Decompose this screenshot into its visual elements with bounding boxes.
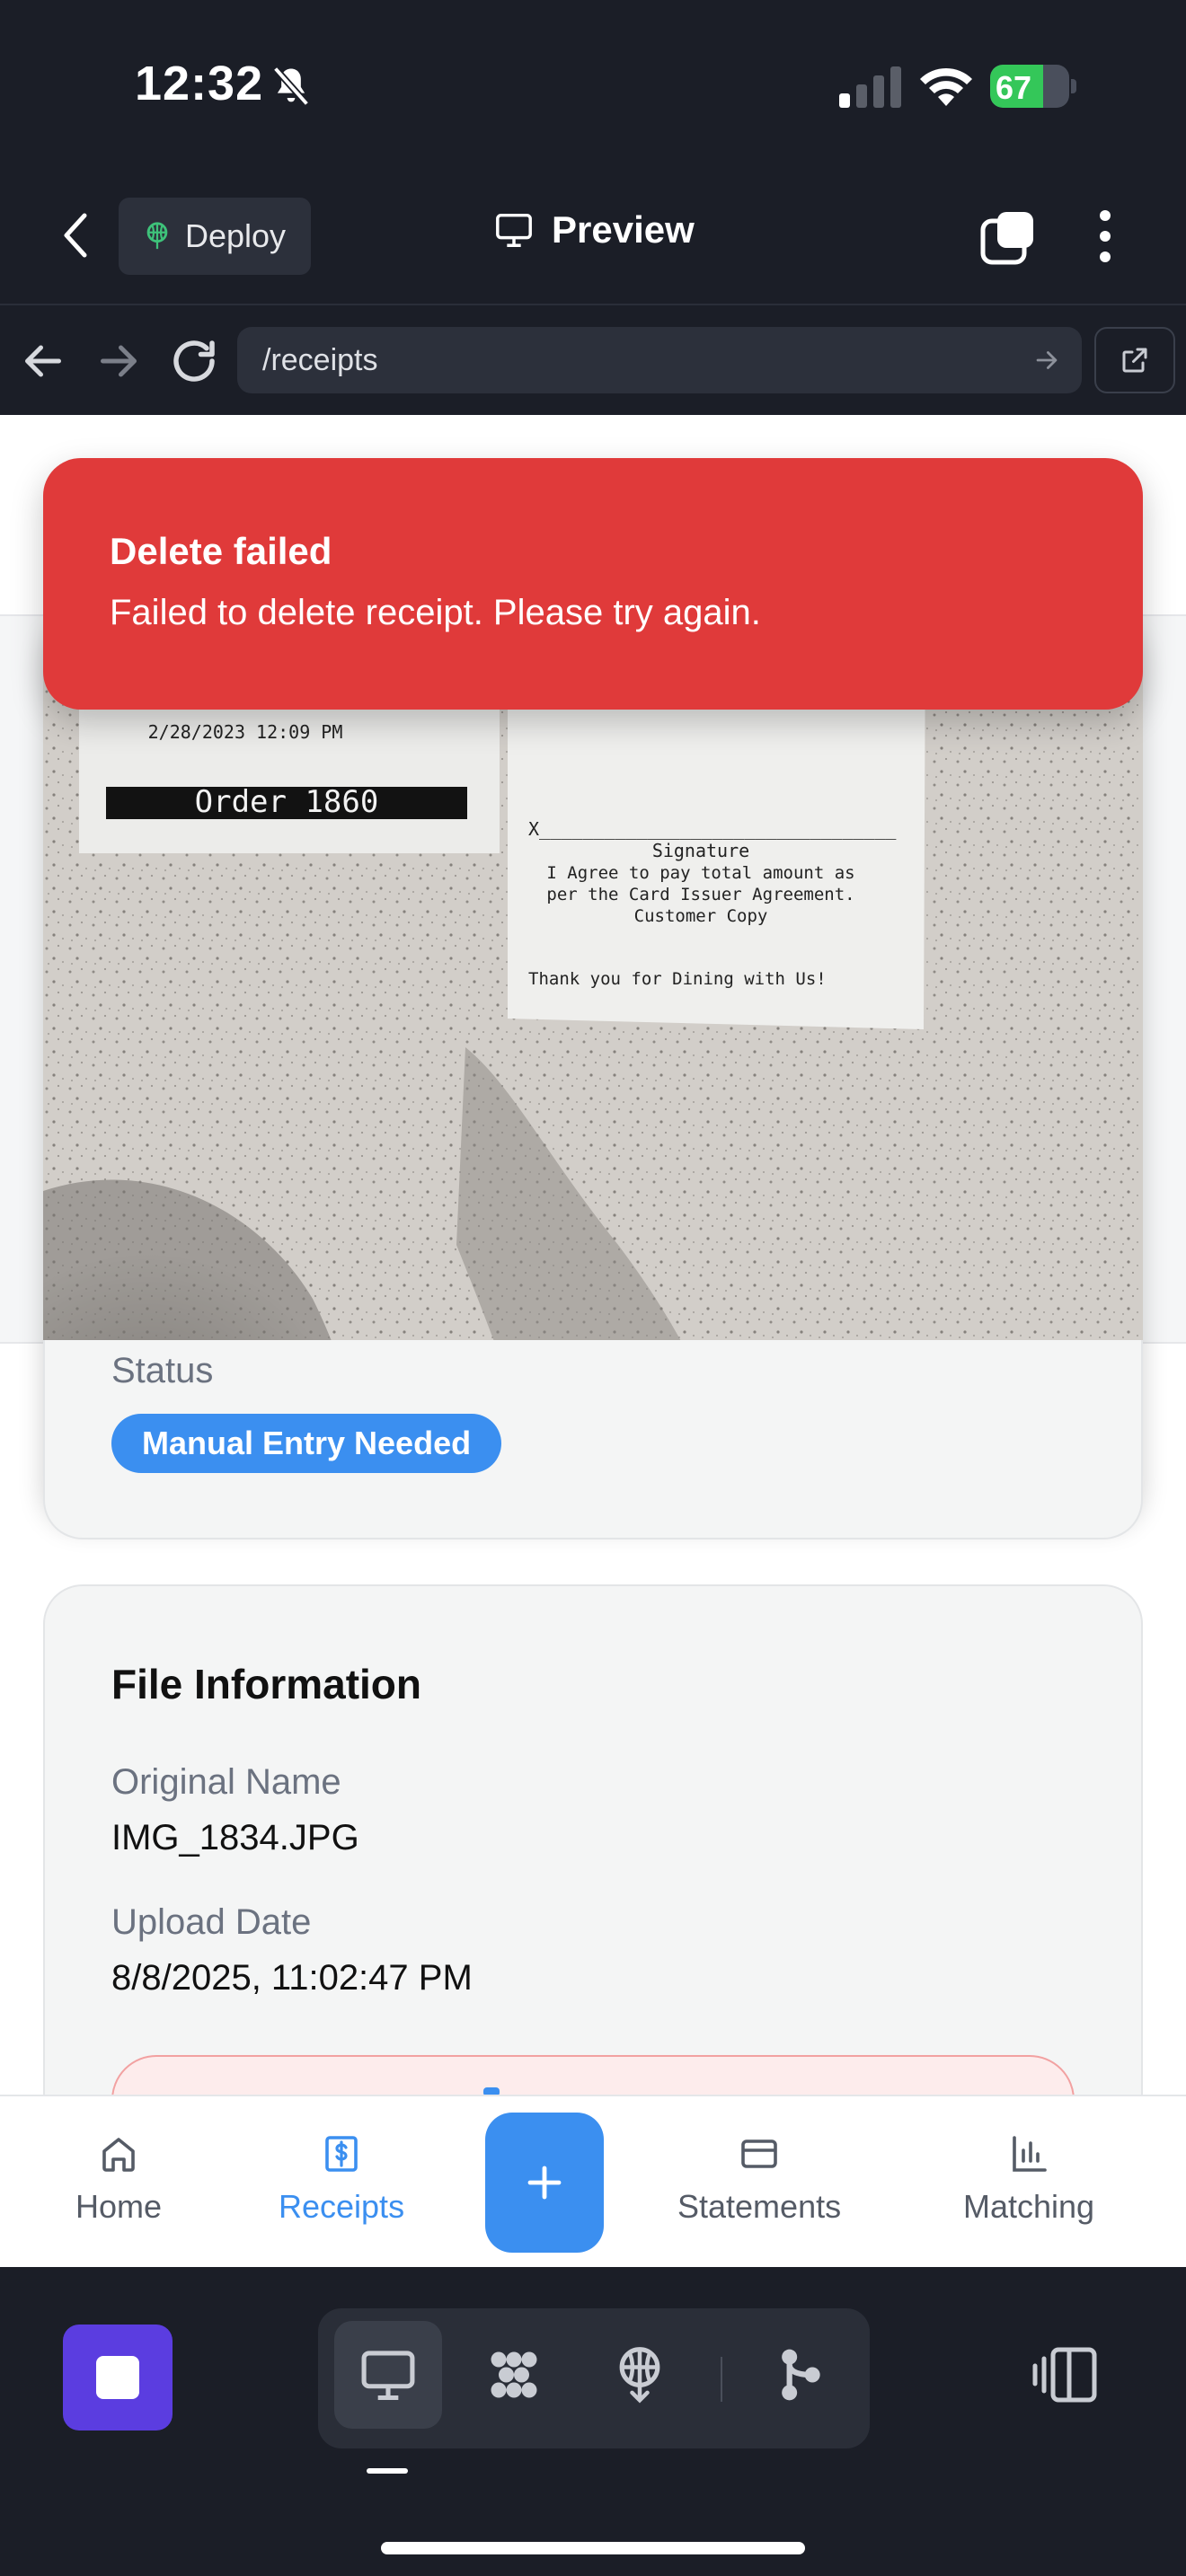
windows-icon[interactable] [979, 208, 1037, 266]
app-header: Deploy Preview [0, 171, 1186, 305]
status-label: Status [111, 1351, 214, 1390]
monitor-icon [361, 2351, 415, 2401]
active-tool-indicator [367, 2468, 408, 2474]
battery-level: 67 [996, 69, 1032, 106]
deploy-button[interactable]: Deploy [119, 198, 311, 275]
nav-statements[interactable]: Statements [677, 2132, 841, 2226]
upload-date-value: 8/8/2025, 11:02:47 PM [111, 1958, 473, 1998]
git-tool[interactable] [746, 2321, 854, 2429]
battery-indicator: 67 [990, 65, 1076, 108]
receipt-order-text: Order 1860 [195, 784, 379, 820]
receipt-copy-label: Customer Copy [634, 906, 768, 926]
preview-title: Preview [492, 208, 695, 251]
url-text: /receipts [262, 342, 378, 377]
wifi-icon [920, 67, 972, 106]
home-indicator[interactable] [381, 2542, 805, 2554]
original-name-value: IMG_1834.JPG [111, 1818, 359, 1857]
toast-message: Failed to delete receipt. Please try aga… [110, 593, 761, 632]
file-information-card: File Information Original Name IMG_1834.… [43, 1584, 1143, 2095]
receipt-image-band: 2/28/2023 12:09 PM Order 1860 X_________… [0, 614, 1186, 1522]
home-icon [102, 2138, 135, 2172]
git-branch-icon [782, 2349, 820, 2401]
deploy-icon [146, 222, 168, 250]
status-card: Status Manual Entry Needed [43, 1340, 1143, 1539]
deploy-tool[interactable] [586, 2321, 694, 2429]
more-menu-icon[interactable] [1087, 207, 1123, 266]
preview-label: Preview [552, 208, 695, 251]
receipt-icon [325, 2136, 358, 2172]
nav-matching-label: Matching [963, 2188, 1095, 2225]
add-button[interactable] [485, 2113, 604, 2253]
trash-icon [483, 2087, 500, 2095]
bar-chart-icon [1013, 2136, 1047, 2172]
nav-receipts-label: Receipts [279, 2188, 405, 2225]
external-link-icon [1122, 348, 1147, 373]
plus-icon [527, 2166, 562, 2200]
receipt-signature-label: Signature [652, 840, 749, 861]
panel-toggle-icon[interactable] [1031, 2342, 1100, 2407]
tool-divider [721, 2357, 722, 2402]
nav-statements-label: Statements [677, 2188, 842, 2225]
nav-receipts[interactable]: Receipts [279, 2132, 404, 2226]
status-badge: Manual Entry Needed [111, 1414, 502, 1473]
toast-title: Delete failed [110, 530, 332, 572]
original-name-label: Original Name [111, 1762, 341, 1802]
credit-card-icon [741, 2139, 777, 2168]
deploy-label: Deploy [185, 217, 287, 254]
receipt-date-text: 2/28/2023 12:09 PM [148, 721, 343, 743]
go-arrow-icon[interactable] [1031, 345, 1062, 375]
web-content: 2/28/2023 12:09 PM Order 1860 X_________… [0, 415, 1186, 2095]
open-external-button[interactable] [1094, 327, 1175, 393]
receipt-agreement-line2: per the Card Issuer Agreement. [546, 885, 854, 904]
url-input[interactable]: /receipts [237, 327, 1082, 393]
receipt-agreement-line1: I Agree to pay total amount as [546, 863, 854, 883]
cell-signal-icon [839, 66, 901, 108]
status-bar: 12:32 67 [0, 0, 1186, 171]
upload-date-label: Upload Date [111, 1902, 312, 1942]
bell-muted-icon [272, 66, 310, 107]
bottom-navigation: Home Receipts Statements Matching [0, 2095, 1186, 2267]
cluster-icon [491, 2351, 537, 2398]
error-toast[interactable]: Delete failed Failed to delete receipt. … [43, 458, 1143, 710]
preview-tool[interactable] [334, 2321, 442, 2429]
receipt-signature-line: X_________________________________ [528, 818, 897, 840]
receipt-thanks-text: Thank you for Dining with Us! [528, 969, 827, 989]
monitor-icon [496, 213, 532, 247]
dev-toolbar [0, 2267, 1186, 2576]
nav-matching[interactable]: Matching [963, 2132, 1094, 2226]
agents-tool[interactable] [460, 2321, 568, 2429]
browser-back-icon[interactable] [16, 334, 70, 388]
back-chevron-icon[interactable] [54, 208, 99, 262]
nav-home[interactable]: Home [75, 2132, 162, 2226]
browser-forward-icon[interactable] [92, 334, 146, 388]
delete-receipt-button[interactable] [111, 2055, 1075, 2095]
status-time: 12:32 [135, 57, 264, 110]
stop-icon [96, 2356, 139, 2399]
tool-group [318, 2308, 870, 2448]
stop-button[interactable] [63, 2325, 173, 2430]
file-information-title: File Information [111, 1661, 421, 1707]
browser-toolbar: /receipts [0, 307, 1186, 415]
deploy-globe-icon [619, 2347, 660, 2404]
nav-home-label: Home [75, 2188, 163, 2225]
reload-icon[interactable] [167, 334, 221, 388]
